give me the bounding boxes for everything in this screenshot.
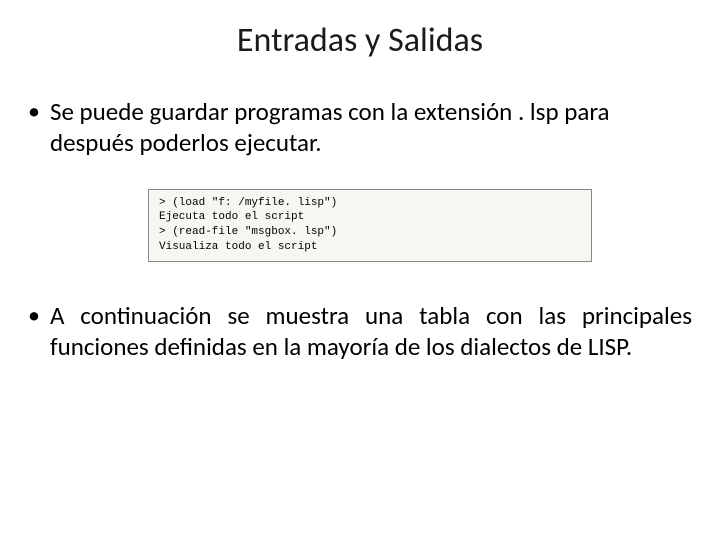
slide-title: Entradas y Salidas <box>0 20 720 61</box>
bullet-text: A continuación se muestra una tabla con … <box>50 300 692 363</box>
bullet-item: • A continuación se muestra una tabla co… <box>28 300 692 363</box>
bullet-marker: • <box>28 96 40 128</box>
bullet-marker: • <box>28 300 40 332</box>
code-block: > (load "f: /myfile. lisp") Ejecuta todo… <box>148 189 592 262</box>
bullet-text: Se puede guardar programas con la extens… <box>50 96 692 159</box>
bullet-item: • Se puede guardar programas con la exte… <box>28 96 692 159</box>
slide-content: • Se puede guardar programas con la exte… <box>0 96 720 362</box>
code-block-wrap: > (load "f: /myfile. lisp") Ejecuta todo… <box>28 189 692 262</box>
